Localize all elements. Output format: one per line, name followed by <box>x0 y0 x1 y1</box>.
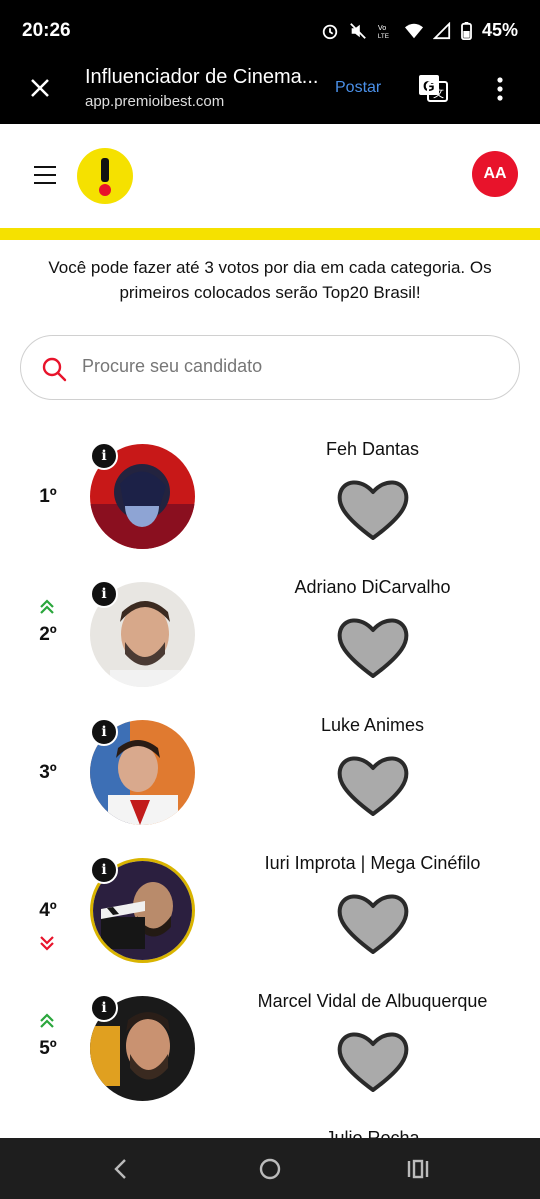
status-bar: 20:26 Vo LTE 45% <box>0 0 540 62</box>
user-avatar[interactable]: AA <box>472 151 518 197</box>
search-placeholder: Procure seu candidato <box>82 356 263 376</box>
svg-text:文: 文 <box>433 86 444 100</box>
candidate-name: Adriano DiCarvalho <box>294 577 451 597</box>
browser-title: Influenciador de Cinema... <box>85 66 319 88</box>
back-icon[interactable] <box>108 1156 134 1182</box>
candidate-rank: 5º <box>39 1038 57 1059</box>
browser-url: app.premioibest.com <box>85 93 225 110</box>
status-icons: Vo LTE 45% <box>321 20 518 41</box>
candidate-name: Marcel Vidal de Albuquerque <box>257 991 488 1011</box>
mute-icon <box>350 22 366 39</box>
recents-icon[interactable] <box>405 1156 431 1182</box>
rank-up-icon <box>40 1013 54 1028</box>
candidate-rank: 3º <box>39 762 57 783</box>
candidate-row: Julio Rocha <box>0 1126 540 1138</box>
info-icon[interactable]: i <box>90 442 118 470</box>
wifi-icon <box>404 23 423 38</box>
candidate-row: 2º i Adriano DiCarvalho <box>0 574 540 712</box>
battery-level: 45% <box>481 20 518 40</box>
rank-down-icon <box>40 936 54 951</box>
app-header: AA <box>0 124 540 228</box>
alarm-icon <box>322 24 338 39</box>
svg-text:LTE: LTE <box>378 33 389 40</box>
candidate-name: Luke Animes <box>320 715 425 735</box>
candidate-rank: 2º <box>39 624 57 645</box>
vote-heart-icon[interactable] <box>335 752 411 818</box>
candidate-rank: 4º <box>39 900 57 921</box>
menu-icon[interactable] <box>34 166 56 184</box>
candidate-name: Iuri Improta | Mega Cinéfilo <box>264 853 481 873</box>
candidate-row: 5º i Marcel Vidal de Albuquerque <box>0 988 540 1126</box>
battery-icon <box>461 21 472 40</box>
candidate-row: 1º i Feh Dantas <box>0 436 540 574</box>
browser-toolbar: Influenciador de Cinema... app.premioibe… <box>0 62 540 124</box>
vote-heart-icon[interactable] <box>335 614 411 680</box>
postar-button[interactable]: Postar <box>335 79 381 97</box>
candidate-rank: 1º <box>39 486 57 507</box>
vote-heart-icon[interactable] <box>335 1028 411 1094</box>
more-options-icon[interactable] <box>490 76 510 102</box>
close-icon[interactable] <box>28 76 52 100</box>
info-icon[interactable]: i <box>90 994 118 1022</box>
candidate-name: Feh Dantas <box>325 439 420 459</box>
vote-heart-icon[interactable] <box>335 890 411 956</box>
premio-ibest-logo[interactable] <box>77 148 133 204</box>
svg-text:Vo: Vo <box>378 23 386 32</box>
info-icon[interactable]: i <box>90 718 118 746</box>
search-icon <box>42 357 67 382</box>
header-divider <box>0 228 540 240</box>
candidate-name: Julio Rocha <box>325 1128 420 1138</box>
translate-icon[interactable]: G 文 <box>418 74 448 102</box>
voting-info-text: Você pode fazer até 3 votos por dia em c… <box>48 258 492 302</box>
candidate-row: 3º i Luke Animes <box>0 712 540 850</box>
signal-icon <box>432 21 451 39</box>
home-icon[interactable] <box>257 1156 283 1182</box>
volte-icon: VoLTE <box>378 23 389 40</box>
info-icon[interactable]: i <box>90 580 118 608</box>
info-icon[interactable]: i <box>90 856 118 884</box>
vote-heart-icon[interactable] <box>335 476 411 542</box>
status-time: 20:26 <box>22 20 71 41</box>
candidate-row: 4º i Iuri Improta | Mega Cinéfilo <box>0 850 540 988</box>
system-nav-bar <box>0 1138 540 1199</box>
rank-up-icon <box>40 599 54 614</box>
search-input[interactable]: Procure seu candidato <box>20 335 520 400</box>
